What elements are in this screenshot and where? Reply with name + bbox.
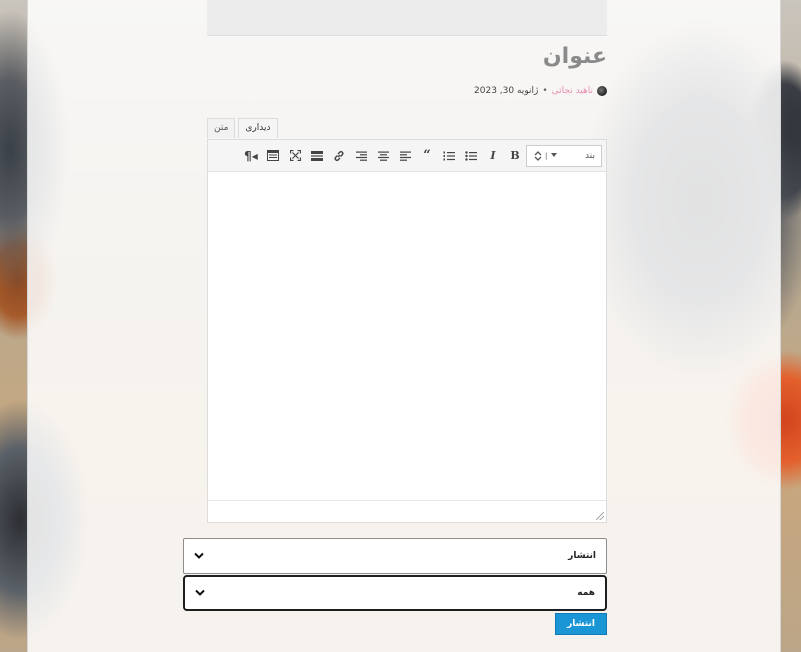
align-left-icon [399,151,411,161]
editor-content-area[interactable] [208,172,606,500]
toolbar-toggle-button[interactable] [262,145,284,167]
bold-button[interactable]: B [504,145,526,167]
frame-left-line [27,0,28,652]
italic-button[interactable]: I [482,145,504,167]
author-avatar [597,86,607,96]
paragraph-rtl-button[interactable]: ¶◂ [240,145,262,167]
fullscreen-icon [289,150,301,161]
toolbar-toggle-icon [267,150,279,161]
align-left-button[interactable] [394,145,416,167]
link-icon [334,150,344,161]
post-editor: بند | B I “ ¶◂ [207,139,607,523]
blockquote-button[interactable]: “ [416,145,438,167]
visibility-select-value: همه [577,588,595,598]
bullet-list-button[interactable] [460,145,482,167]
meta-separator-dot: • [542,86,548,96]
format-select-value: بند [585,150,595,161]
chevron-down-icon [194,552,204,559]
post-date: ژانویه 30, 2023 [474,86,539,96]
resize-handle-icon[interactable] [596,512,604,520]
read-more-icon [311,150,323,161]
numbered-list-icon [443,151,455,160]
read-more-button[interactable] [306,145,328,167]
fullscreen-button[interactable] [284,145,306,167]
align-center-button[interactable] [372,145,394,167]
format-select[interactable]: بند | [526,144,602,167]
paragraph-rtl-icon: ¶◂ [244,148,258,163]
chevron-down-icon [195,589,205,596]
tab-text[interactable]: متن [207,118,236,138]
format-select-arrows-icon: | [533,150,558,162]
align-right-button[interactable] [350,145,372,167]
link-button[interactable] [328,145,350,167]
align-center-icon [377,151,389,161]
author-name[interactable]: ناهید نجاتی [552,86,593,96]
italic-icon: I [490,149,496,162]
visibility-select[interactable]: همه [183,575,607,611]
align-right-icon [355,151,367,161]
editor-status-bar [208,500,606,522]
frame-right-line [780,0,781,652]
bullet-list-icon [465,150,477,161]
bold-icon: B [510,149,520,162]
tab-visual[interactable]: دیداری [238,118,278,138]
post-meta: ناهید نجاتی • ژانویه 30, 2023 [474,84,607,98]
editor-toolbar: بند | B I “ ¶◂ [208,140,606,172]
status-select-value: انتشار [568,551,596,561]
status-select[interactable]: انتشار [183,538,607,574]
numbered-list-button[interactable] [438,145,460,167]
editor-tabs: متن دیداری [207,118,278,140]
publish-button[interactable]: انتشار [555,613,607,635]
top-header-bar [207,0,607,36]
post-title: عنوان [542,44,607,69]
blockquote-icon: “ [423,148,431,163]
